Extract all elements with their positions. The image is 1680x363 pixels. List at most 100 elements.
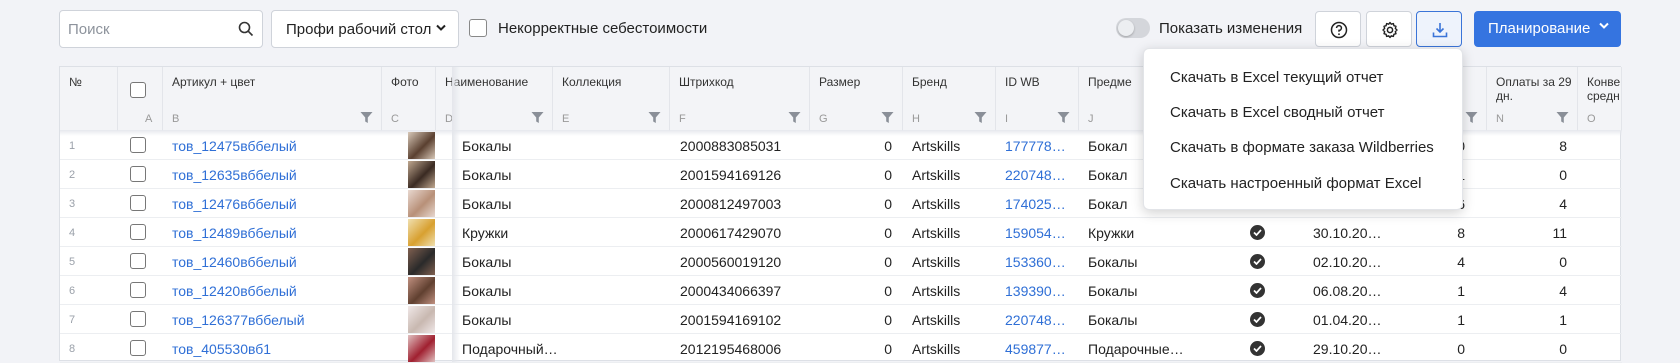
incorrect-cost-checkbox[interactable] xyxy=(469,19,487,37)
wb-id-link[interactable]: 177778… xyxy=(1005,138,1073,154)
article-link[interactable]: тов_126377вббелый xyxy=(172,312,372,328)
column-header[interactable]: A xyxy=(118,67,163,131)
article-link[interactable]: тов_12635вббелый xyxy=(172,167,372,183)
view-select[interactable]: Профи рабочий стол xyxy=(271,10,459,48)
product-photo[interactable] xyxy=(408,132,435,159)
filter-icon[interactable] xyxy=(1556,111,1569,124)
column-letter: I xyxy=(1005,113,1009,125)
product-photo[interactable] xyxy=(408,277,435,304)
search-input[interactable] xyxy=(68,19,228,39)
column-header[interactable]: Предме J xyxy=(1079,67,1144,131)
row-checkbox[interactable] xyxy=(130,253,146,269)
row-checkbox[interactable] xyxy=(130,311,146,327)
column-header[interactable]: Фото C xyxy=(382,67,436,131)
wb-id-link[interactable]: 159054… xyxy=(1005,225,1073,241)
wb-id-link[interactable]: 153360… xyxy=(1005,254,1073,270)
help-button[interactable] xyxy=(1315,11,1361,47)
filter-icon[interactable] xyxy=(974,111,987,124)
row-checkbox[interactable] xyxy=(130,282,146,298)
incorrect-cost-label: Некорректные себестоимости xyxy=(498,20,708,37)
payments-29: 0 xyxy=(1559,167,1567,183)
article-link[interactable]: тов_12420вббелый xyxy=(172,283,372,299)
settings-button[interactable] xyxy=(1366,11,1412,47)
filter-icon[interactable] xyxy=(360,111,373,124)
article-link[interactable]: тов_12460вббелый xyxy=(172,254,372,270)
column-header[interactable]: Бренд H xyxy=(903,67,996,131)
count-29: 8 xyxy=(1457,225,1465,241)
product-photo[interactable] xyxy=(408,190,435,217)
filter-icon[interactable] xyxy=(881,111,894,124)
table-row[interactable]: 6 тов_12420вббелый Бокалы 2000434066397 0 Art… xyxy=(60,276,1622,305)
article-link[interactable]: тов_12476вббелый xyxy=(172,196,372,212)
payments-29: 4 xyxy=(1559,196,1567,212)
product-photo[interactable] xyxy=(408,161,435,188)
barcode: 2000812497003 xyxy=(680,196,782,212)
barcode: 2000560019120 xyxy=(680,254,782,270)
check-icon xyxy=(1250,283,1265,298)
article-link[interactable]: тов_12489вббелый xyxy=(172,225,372,241)
wb-id-link[interactable]: 220748… xyxy=(1005,167,1073,183)
wb-id-link[interactable]: 174025… xyxy=(1005,196,1073,212)
row-checkbox[interactable] xyxy=(130,137,146,153)
filter-icon[interactable] xyxy=(648,111,661,124)
column-header[interactable]: Оплаты за 29 дн. N xyxy=(1487,67,1578,131)
planning-button[interactable]: Планирование xyxy=(1474,11,1621,47)
product-name: Бокалы xyxy=(462,254,512,270)
help-icon xyxy=(1330,21,1348,39)
article-link[interactable]: тов_405530вб1 xyxy=(172,341,372,357)
download-icon xyxy=(1432,23,1448,38)
filter-icon[interactable] xyxy=(788,111,801,124)
column-title: № xyxy=(69,75,82,89)
table-row[interactable]: 7 тов_126377вббелый Бокалы 2001594169102 0 Ar… xyxy=(60,305,1622,334)
show-changes-toggle[interactable] xyxy=(1116,18,1150,38)
product-photo[interactable] xyxy=(408,335,435,362)
search-box[interactable] xyxy=(59,10,263,48)
product-photo[interactable] xyxy=(408,219,435,246)
row-number: 4 xyxy=(69,227,76,239)
row-number: 1 xyxy=(69,140,76,152)
column-title: Штрихкод xyxy=(679,75,734,89)
column-header[interactable]: Конве средн O xyxy=(1578,67,1622,131)
filter-icon[interactable] xyxy=(531,111,544,124)
row-checkbox[interactable] xyxy=(130,224,146,240)
row-checkbox[interactable] xyxy=(130,195,146,211)
row-checkbox[interactable] xyxy=(130,340,146,356)
date: 02.10.20… xyxy=(1313,254,1382,270)
product-photo[interactable] xyxy=(408,306,435,333)
filter-icon[interactable] xyxy=(1057,111,1070,124)
column-header[interactable]: Штрихкод F xyxy=(670,67,810,131)
table-row[interactable]: 4 тов_12489вббелый Кружки 2000617429070 0 Art… xyxy=(60,218,1622,247)
table-row[interactable]: 8 тов_405530вб1 Подарочный… 2012195468006 0 A… xyxy=(60,334,1622,363)
check-icon xyxy=(1250,312,1265,327)
menu-item-excel-current[interactable]: Скачать в Excel текущий отчет xyxy=(1170,69,1383,86)
download-button[interactable] xyxy=(1416,11,1462,47)
wb-id-link[interactable]: 459877… xyxy=(1005,341,1073,357)
table-row[interactable]: 5 тов_12460вббелый Бокалы 2000560019120 0 Art… xyxy=(60,247,1622,276)
article-link[interactable]: тов_12475вббелый xyxy=(172,138,372,154)
select-all-checkbox[interactable] xyxy=(130,82,146,98)
column-header[interactable]: Артикул + цвет B xyxy=(163,67,382,131)
wb-id-link[interactable]: 220748… xyxy=(1005,312,1073,328)
column-header[interactable]: ID WB I xyxy=(996,67,1079,131)
toggle-knob xyxy=(1118,20,1134,36)
menu-item-excel-summary[interactable]: Скачать в Excel сводный отчет xyxy=(1170,104,1385,121)
column-letter: O xyxy=(1587,113,1596,125)
menu-item-wildberries-order[interactable]: Скачать в формате заказа Wildberries xyxy=(1170,139,1434,156)
column-header[interactable]: Размер G xyxy=(810,67,903,131)
row-number: 3 xyxy=(69,198,76,210)
payments-29: 0 xyxy=(1559,254,1567,270)
search-icon[interactable] xyxy=(238,21,254,37)
payments-29: 8 xyxy=(1559,138,1567,154)
column-header[interactable]: Коллекция E xyxy=(553,67,670,131)
filter-icon[interactable] xyxy=(1465,111,1478,124)
barcode: 2000617429070 xyxy=(680,225,782,241)
wb-id-link[interactable]: 139390… xyxy=(1005,283,1073,299)
menu-item-custom-excel[interactable]: Скачать настроенный формат Excel xyxy=(1170,175,1421,192)
product-name: Бокалы xyxy=(462,167,512,183)
subject: Кружки xyxy=(1088,225,1135,241)
row-checkbox[interactable] xyxy=(130,166,146,182)
product-photo[interactable] xyxy=(408,248,435,275)
chevron-down-icon xyxy=(436,24,446,31)
subject: Бокалы xyxy=(1088,283,1138,299)
column-header[interactable]: № xyxy=(60,67,118,131)
